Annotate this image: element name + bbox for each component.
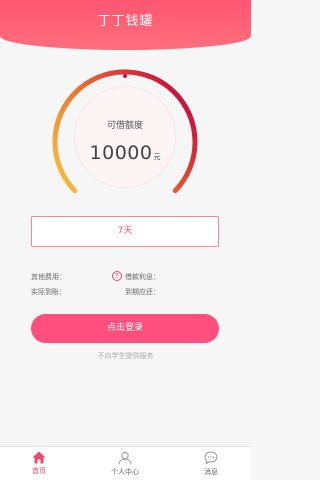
student-notice: 不向学生提供服务	[97, 352, 154, 360]
app-title: 丁丁钱罐	[97, 14, 154, 29]
credit-limit-label: 可借额度	[106, 121, 143, 131]
gauge-center	[74, 86, 176, 188]
tab-messages[interactable]: 消息	[181, 447, 241, 480]
message-icon	[204, 451, 218, 465]
credit-gauge: 可借额度 10000元	[50, 62, 200, 212]
tab-home[interactable]: 首页	[9, 447, 69, 480]
app-header: 丁丁钱罐	[0, 0, 251, 50]
home-icon	[32, 451, 46, 464]
gauge-marker	[123, 74, 127, 78]
tab-home-label: 首页	[32, 467, 46, 475]
help-icon[interactable]: ?	[112, 271, 122, 281]
actual-amount-label: 实际到账：	[31, 288, 66, 296]
loan-term-selector[interactable]: 7天	[31, 216, 219, 247]
credit-limit-unit: 元	[153, 153, 161, 161]
user-icon	[118, 451, 132, 465]
credit-limit-amount: 10000元	[50, 142, 200, 164]
due-amount-label: 到期应还：	[125, 288, 160, 296]
tab-profile[interactable]: 个人中心	[95, 447, 155, 480]
bottom-tab-bar: 首页 个人中心 消息	[0, 446, 251, 480]
other-fee-label: 其他费用：	[31, 273, 66, 281]
credit-limit-value: 10000	[89, 142, 153, 164]
login-button[interactable]: 点击登录	[31, 314, 219, 343]
interest-label: 借款利息：	[125, 273, 160, 281]
tab-profile-label: 个人中心	[111, 468, 139, 476]
tab-messages-label: 消息	[204, 468, 218, 476]
